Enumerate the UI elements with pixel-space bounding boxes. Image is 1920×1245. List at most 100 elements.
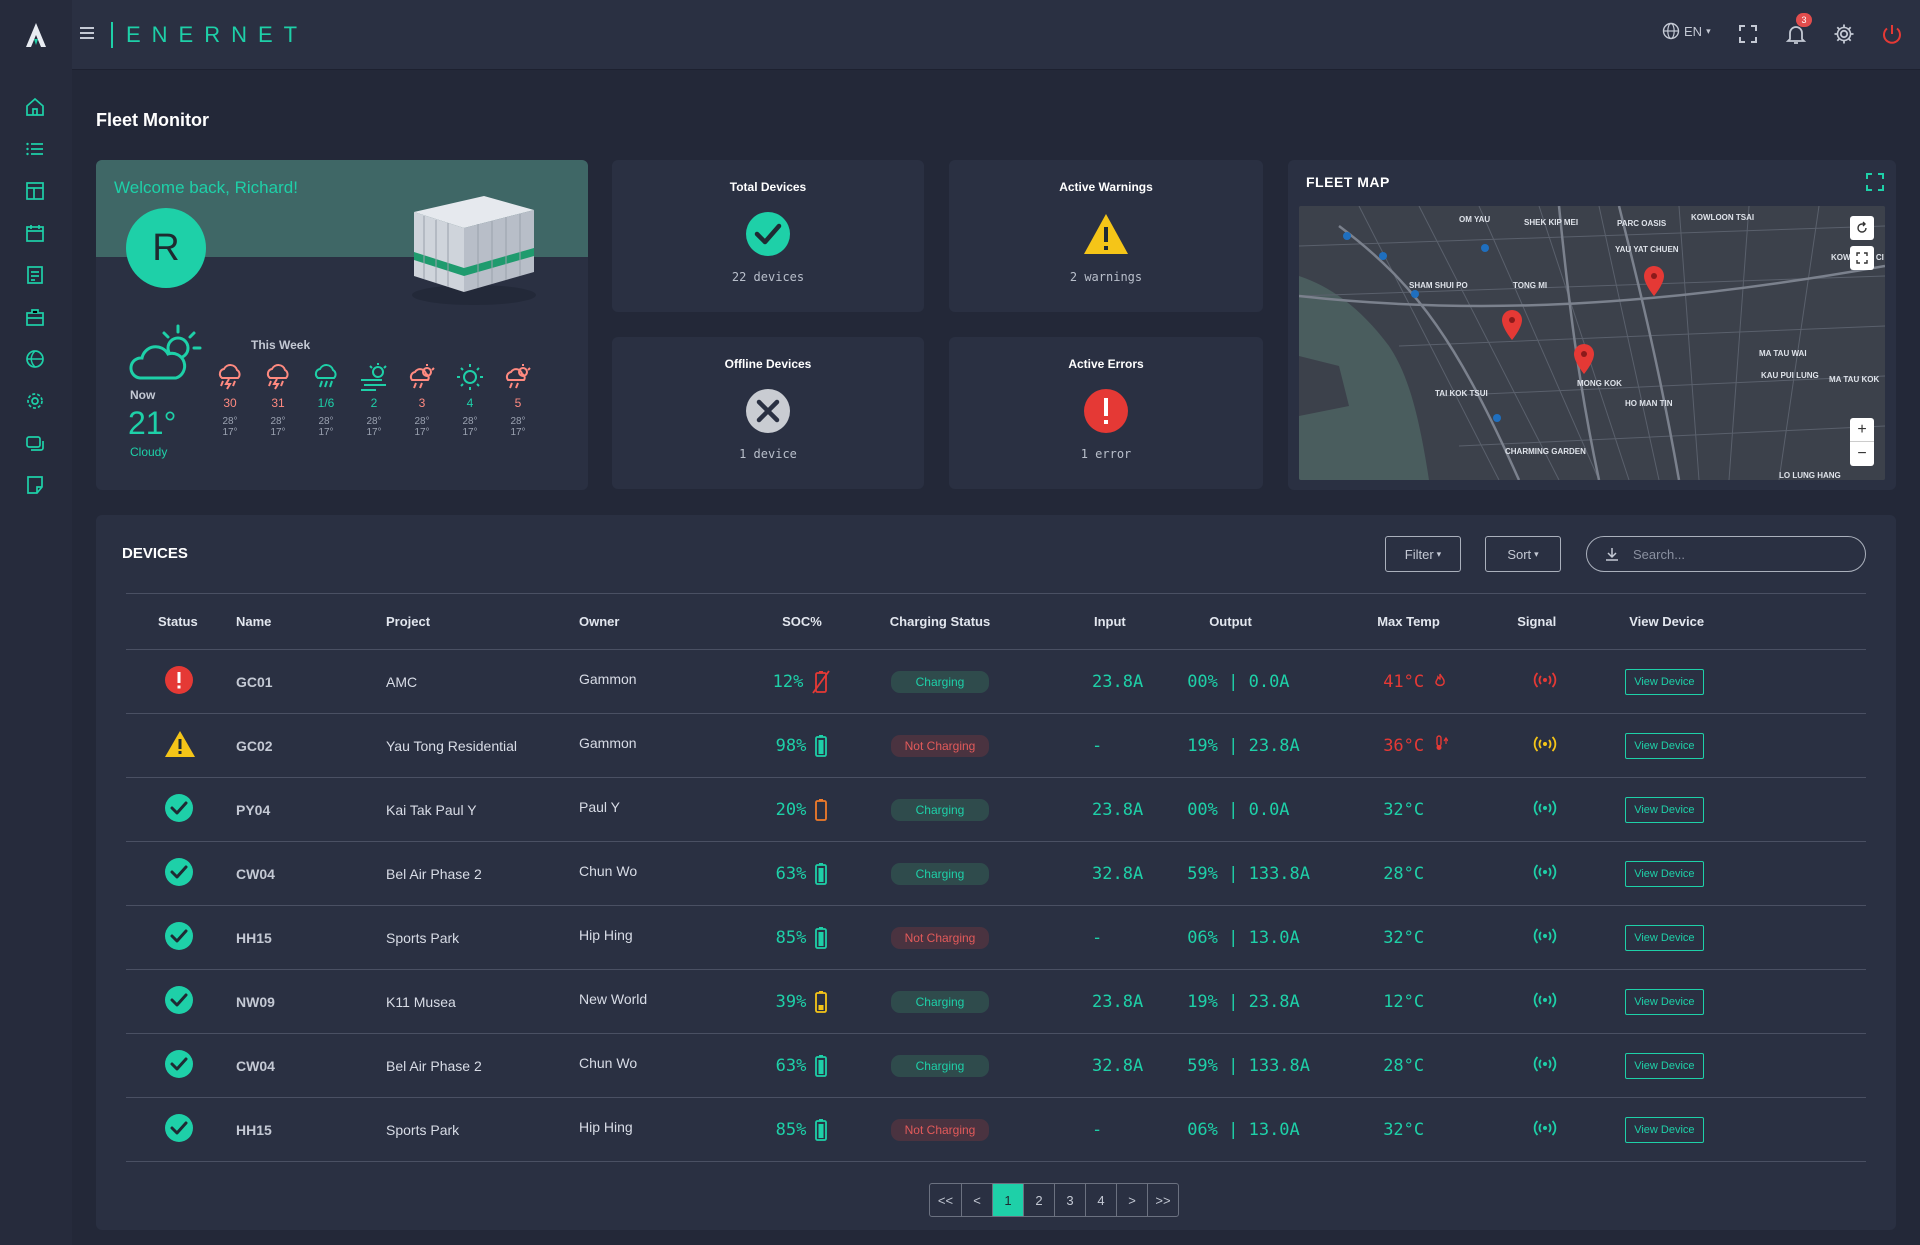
page-button[interactable]: 3 — [1054, 1184, 1085, 1216]
home-icon[interactable] — [24, 96, 46, 118]
status-cell — [126, 778, 234, 842]
container-illustration — [412, 196, 536, 305]
notification-badge: 3 — [1796, 13, 1812, 27]
report-icon[interactable] — [24, 264, 46, 286]
input-value: 23.8A — [1092, 991, 1144, 1012]
map-view[interactable]: OM YAU SHEK KIP MEI PARC OASIS KOWLOON T… — [1299, 206, 1885, 480]
search-box[interactable] — [1586, 536, 1866, 572]
fullscreen-icon — [1856, 252, 1868, 264]
notes-icon[interactable] — [24, 474, 46, 496]
page-button[interactable]: 2 — [1023, 1184, 1054, 1216]
sort-button[interactable]: Sort ▾ — [1485, 536, 1561, 572]
filter-button[interactable]: Filter ▾ — [1385, 536, 1461, 572]
avatar[interactable]: R — [126, 208, 206, 288]
soc-cell: 98% — [734, 714, 870, 778]
forecast-high: 28° — [270, 416, 286, 427]
app-logo[interactable] — [0, 0, 72, 70]
refresh-icon — [1857, 221, 1867, 233]
page-nav-button[interactable]: > — [1116, 1184, 1147, 1216]
table-row[interactable]: GC02 Yau Tong Residential Gammon 98% Not Cha… — [126, 714, 1866, 778]
page-nav-button[interactable]: << — [930, 1184, 961, 1216]
settings-button[interactable] — [1832, 22, 1856, 46]
table-row[interactable]: NW09 K11 Musea New World 39% Charging 23.8A 19… — [126, 970, 1866, 1034]
column-header[interactable]: Owner — [579, 594, 734, 650]
signal-icon — [1533, 992, 1557, 1008]
signal-cell — [1489, 970, 1599, 1034]
view-device-button[interactable]: View Device — [1625, 860, 1704, 887]
active-errors-card[interactable]: Active Errors 1 error — [949, 337, 1263, 489]
layout-icon[interactable] — [24, 180, 46, 202]
offline-devices-card[interactable]: Offline Devices 1 device — [612, 337, 924, 489]
output-value: 19% | 23.8A — [1187, 735, 1300, 756]
view-device-button[interactable]: View Device — [1625, 1052, 1704, 1079]
column-header[interactable]: Output — [1143, 594, 1359, 650]
chat-icon[interactable] — [24, 432, 46, 454]
column-header[interactable]: Signal — [1489, 594, 1599, 650]
briefcase-icon[interactable] — [24, 306, 46, 328]
input-value: 32.8A — [1092, 863, 1144, 884]
column-header[interactable]: Charging Status — [870, 594, 1010, 650]
view-device-button[interactable]: View Device — [1625, 668, 1704, 695]
menu-toggle-button[interactable] — [80, 24, 100, 46]
table-row[interactable]: HH15 Sports Park Hip Hing 85% Not Charging - 0… — [126, 1098, 1866, 1162]
view-device-button[interactable]: View Device — [1625, 924, 1704, 951]
map-reset-button[interactable] — [1850, 216, 1874, 240]
page-button[interactable]: 1 — [992, 1184, 1023, 1216]
calendar-icon[interactable] — [24, 222, 46, 244]
max-temp-value: 32°C — [1383, 1119, 1425, 1140]
charging-cell: Charging — [870, 650, 1010, 714]
table-row[interactable]: CW04 Bel Air Phase 2 Chun Wo 63% Charging 32.… — [126, 1034, 1866, 1098]
view-device-button[interactable]: View Device — [1625, 796, 1704, 823]
device-name: CW04 — [236, 1057, 275, 1074]
column-header[interactable]: Max Temp — [1359, 594, 1489, 650]
forecast-low: 17° — [366, 427, 382, 438]
output-value: 00% | 0.0A — [1187, 799, 1290, 820]
view-cell: View Device — [1599, 714, 1866, 778]
table-row[interactable]: CW04 Bel Air Phase 2 Chun Wo 63% Charging 32.… — [126, 842, 1866, 906]
total-devices-card[interactable]: Total Devices 22 devices — [612, 160, 924, 312]
page-button[interactable]: 4 — [1085, 1184, 1116, 1216]
view-device-button[interactable]: View Device — [1625, 988, 1704, 1015]
now-label: Now — [130, 388, 156, 402]
table-row[interactable]: HH15 Sports Park Hip Hing 85% Not Charging - 0… — [126, 906, 1866, 970]
table-row[interactable]: GC01 AMC Gammon 12% Charging 23.8A 00% | 0.0A 4… — [126, 650, 1866, 714]
column-header[interactable]: SOC% — [734, 594, 870, 650]
zoom-out-button[interactable]: − — [1850, 442, 1874, 466]
warning-status-icon — [165, 731, 195, 757]
column-header[interactable]: Name — [234, 594, 386, 650]
map-fullscreen-button[interactable] — [1850, 246, 1874, 270]
signal-cell — [1489, 778, 1599, 842]
download-icon[interactable] — [1605, 547, 1619, 561]
ok-status-icon — [165, 794, 193, 822]
page-nav-button[interactable]: >> — [1147, 1184, 1178, 1216]
expand-icon[interactable] — [1865, 172, 1885, 192]
stat-title: Total Devices — [729, 180, 807, 194]
search-input[interactable] — [1633, 546, 1853, 562]
language-selector[interactable]: EN ▾ — [1662, 22, 1711, 40]
list-icon[interactable] — [24, 138, 46, 160]
output-value: 06% | 13.0A — [1187, 927, 1300, 948]
battery-empty-icon — [812, 669, 831, 694]
forecast-day: 31 28° 17° — [258, 362, 298, 438]
thermometer-up-icon — [1436, 735, 1449, 750]
logout-button[interactable] — [1880, 22, 1904, 46]
page-title: Fleet Monitor — [96, 110, 209, 130]
current-condition: Cloudy — [130, 445, 168, 459]
view-device-button[interactable]: View Device — [1625, 1116, 1704, 1143]
column-header[interactable]: Input — [1010, 594, 1143, 650]
column-header[interactable]: Project — [386, 594, 579, 650]
fullscreen-button[interactable] — [1736, 22, 1760, 46]
globe-nav-icon[interactable] — [24, 348, 46, 370]
column-header[interactable]: View Device — [1599, 594, 1866, 650]
forecast-day: 30 28° 17° — [210, 362, 250, 438]
settings-nav-icon[interactable] — [24, 390, 46, 412]
view-device-button[interactable]: View Device — [1625, 732, 1704, 759]
zoom-in-button[interactable]: + — [1850, 418, 1874, 442]
page-nav-button[interactable]: < — [961, 1184, 992, 1216]
active-warnings-card[interactable]: Active Warnings 2 warnings — [949, 160, 1263, 312]
output-value: 06% | 13.0A — [1187, 1119, 1300, 1140]
windy-sun-icon — [361, 363, 387, 391]
table-row[interactable]: PY04 Kai Tak Paul Y Paul Y 20% Charging 23.8A… — [126, 778, 1866, 842]
ok-status-icon — [165, 858, 193, 886]
column-header[interactable]: Status — [126, 594, 234, 650]
